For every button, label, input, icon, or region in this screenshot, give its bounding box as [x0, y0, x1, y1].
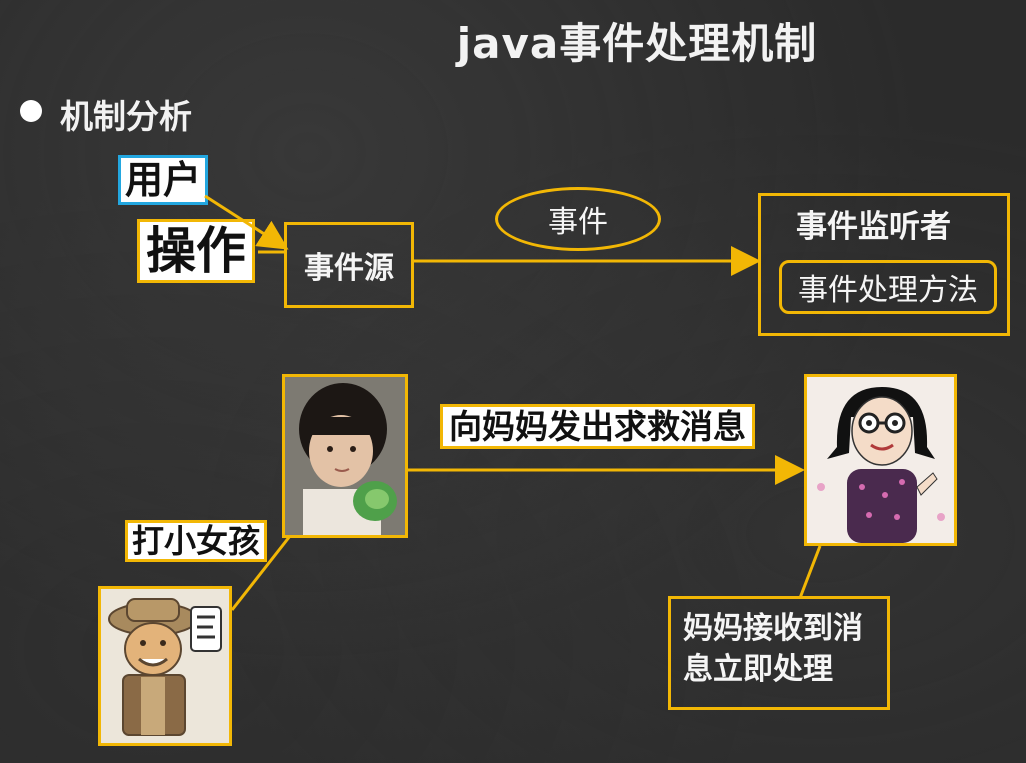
connector-lines	[204, 194, 822, 611]
boy-to-girl-line	[230, 535, 292, 611]
user-to-source-arrow	[204, 194, 289, 250]
mom-to-note-line	[798, 545, 822, 599]
